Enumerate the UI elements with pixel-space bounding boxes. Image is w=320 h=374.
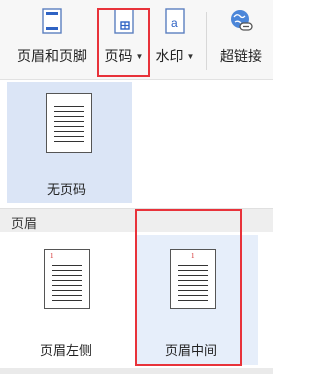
hyperlink-icon bbox=[227, 6, 255, 36]
page-number-gallery: 无页码 页眉 1 页眉左侧 1 页眉中间 bbox=[0, 80, 273, 374]
gallery-item-header-left[interactable]: 1 页眉左侧 bbox=[7, 235, 131, 365]
gallery-scroll-edge bbox=[0, 368, 273, 374]
header-footer-icon bbox=[38, 6, 66, 36]
highlight-box-page-number bbox=[97, 8, 150, 77]
svg-text:a: a bbox=[171, 16, 178, 30]
highlight-box-header-center bbox=[135, 209, 242, 366]
watermark-icon: a bbox=[161, 6, 189, 36]
watermark-label: 水印 bbox=[155, 48, 184, 64]
header-left-label: 页眉左侧 bbox=[40, 343, 93, 358]
gallery-item-no-page-number[interactable]: 无页码 bbox=[7, 82, 132, 203]
header-footer-label: 页眉和页脚 bbox=[17, 48, 87, 64]
dropdown-arrow-icon[interactable]: ▼ bbox=[187, 52, 195, 61]
blank-page-icon bbox=[46, 93, 92, 153]
header-footer-button[interactable]: 页眉和页脚 bbox=[10, 6, 94, 76]
page-left-number-icon: 1 bbox=[44, 249, 90, 309]
hyperlink-button[interactable]: 超链接 bbox=[212, 6, 270, 76]
no-page-number-label: 无页码 bbox=[47, 182, 87, 197]
page-number-mark: 1 bbox=[50, 252, 54, 260]
hyperlink-label: 超链接 bbox=[220, 48, 262, 64]
section-title: 页眉 bbox=[11, 216, 38, 231]
ribbon-toolbar: 页眉和页脚 页码 ▼ a 水印 ▼ 超链接 bbox=[0, 0, 273, 80]
watermark-button[interactable]: a 水印 ▼ bbox=[152, 6, 198, 76]
toolbar-separator bbox=[206, 12, 207, 70]
